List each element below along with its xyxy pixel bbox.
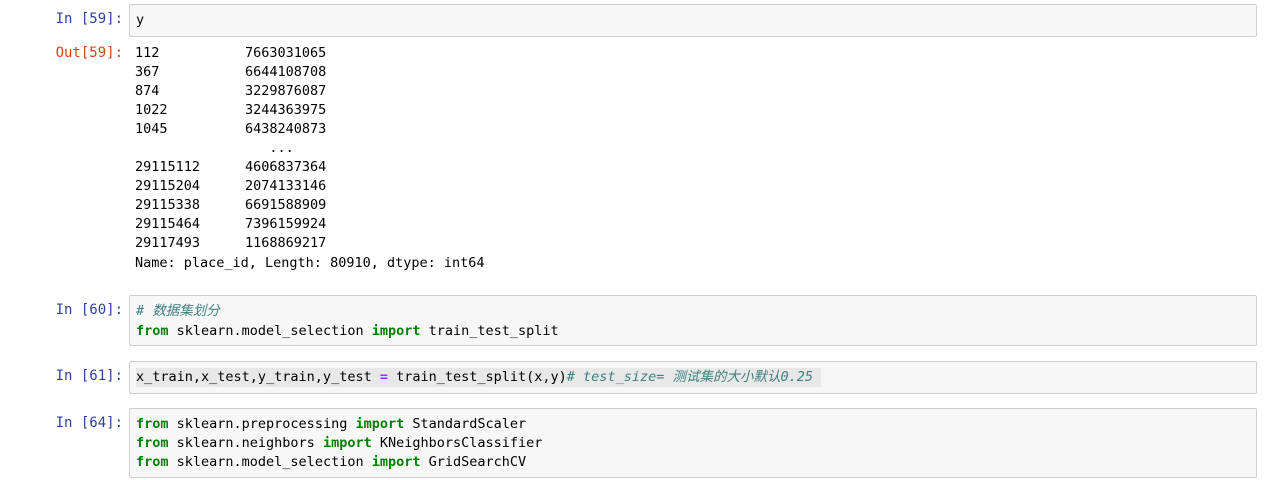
code-input-60[interactable]: # 数据集划分 from sklearn.model_selection imp… [129, 295, 1257, 346]
in-prompt-59: In [59]: [55, 11, 123, 27]
output-summary: Name: place_id, Length: 80910, dtype: in… [135, 255, 485, 271]
output-row: 874 3229876087 [135, 83, 327, 99]
code-line: from sklearn.model_selection import trai… [136, 323, 559, 339]
code-line: x_train,x_test,y_train,y_test = train_te… [136, 368, 822, 387]
output-row: 29117493 1168869217 [135, 235, 327, 251]
code-line: from sklearn.preprocessing import Standa… [136, 416, 527, 432]
output-row: ... [245, 140, 294, 156]
code-line: from sklearn.model_selection import Grid… [136, 454, 527, 470]
output-row: 112 7663031065 [135, 45, 327, 61]
output-row: 367 6644108708 [135, 64, 327, 80]
code-comment: # 数据集划分 [136, 303, 220, 319]
output-row: 29115112 4606837364 [135, 159, 327, 175]
output-row: 1045 6438240873 [135, 121, 327, 137]
code-line: y [136, 12, 145, 28]
code-line: from sklearn.neighbors import KNeighbors… [136, 435, 543, 451]
output-row: 29115338 6691588909 [135, 197, 327, 213]
out-prompt-59: Out[59]: [55, 45, 123, 61]
code-input-61[interactable]: x_train,x_test,y_train,y_test = train_te… [129, 361, 1257, 394]
output-row: 1022 3244363975 [135, 102, 327, 118]
code-input-59[interactable]: y [129, 4, 1257, 37]
code-input-64[interactable]: from sklearn.preprocessing import Standa… [129, 408, 1257, 478]
output-row: 29115204 2074133146 [135, 178, 327, 194]
in-prompt-64: In [64]: [55, 415, 123, 431]
output-area-59: 112 7663031065 367 6644108708 874 322987608… [129, 44, 1257, 274]
output-row: 29115464 7396159924 [135, 216, 327, 232]
in-prompt-61: In [61]: [55, 368, 123, 384]
in-prompt-60: In [60]: [55, 302, 123, 318]
